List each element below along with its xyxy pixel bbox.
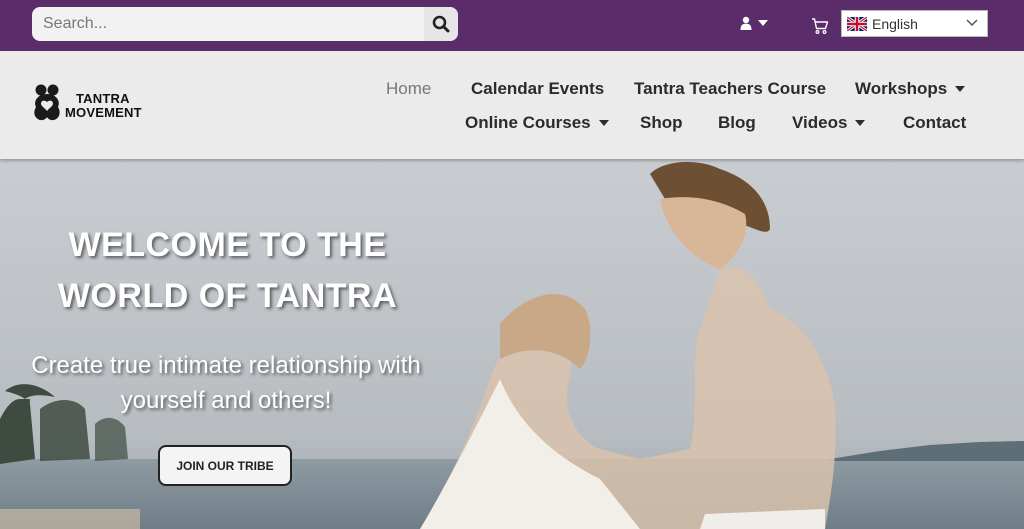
nav-online-courses[interactable]: Online Courses	[465, 113, 609, 133]
user-menu-button[interactable]	[740, 16, 768, 30]
logo-line-1: TANTRA	[76, 91, 130, 106]
main-header: TANTRA MOVEMENT Home Calendar Events Tan…	[0, 51, 1024, 159]
caret-down-icon	[598, 120, 609, 126]
cart-icon	[812, 18, 829, 35]
nav-workshops-label: Workshops	[855, 79, 948, 98]
nav-online-courses-label: Online Courses	[465, 113, 591, 132]
nav-calendar-events[interactable]: Calendar Events	[471, 79, 604, 99]
search-box	[32, 7, 458, 41]
language-selector[interactable]: English	[841, 10, 988, 37]
search-input[interactable]	[32, 7, 422, 41]
search-button[interactable]	[424, 7, 458, 41]
nav-contact[interactable]: Contact	[903, 113, 966, 133]
user-icon	[740, 16, 752, 30]
logo-line-2: MOVEMENT	[65, 105, 142, 120]
nav-tantra-teachers-course[interactable]: Tantra Teachers Course	[634, 79, 826, 99]
hero-subtitle-line-1: Create true intimate relationship with	[31, 352, 421, 379]
hero-section: WELCOME TO THE WORLD OF TANTRA Create tr…	[0, 159, 1024, 529]
tantra-logo-icon	[34, 84, 60, 121]
hero-title-line-1: WELCOME TO THE	[68, 226, 387, 264]
hero-background-image	[0, 159, 1024, 529]
hero-title-line-2: WORLD OF TANTRA	[57, 277, 398, 315]
caret-down-icon	[855, 120, 866, 126]
search-icon	[432, 15, 450, 33]
nav-shop[interactable]: Shop	[640, 113, 683, 133]
language-label: English	[872, 15, 918, 32]
chevron-down-icon	[758, 20, 768, 26]
nav-videos-label: Videos	[792, 113, 848, 132]
nav-videos[interactable]: Videos	[792, 113, 866, 133]
nav-home[interactable]: Home	[386, 79, 431, 99]
site-logo[interactable]: TANTRA MOVEMENT	[32, 84, 142, 128]
top-bar: English	[0, 0, 1024, 51]
logo-text: TANTRA MOVEMENT	[65, 92, 142, 120]
chevron-down-icon	[966, 19, 978, 27]
nav-blog[interactable]: Blog	[718, 113, 756, 133]
join-our-tribe-button[interactable]: JOIN OUR TRIBE	[158, 445, 292, 486]
cart-button[interactable]	[811, 17, 829, 40]
uk-flag-icon	[847, 16, 867, 31]
caret-down-icon	[955, 86, 966, 92]
nav-workshops[interactable]: Workshops	[855, 79, 966, 99]
hero-subtitle-line-2: yourself and others!	[120, 387, 332, 414]
